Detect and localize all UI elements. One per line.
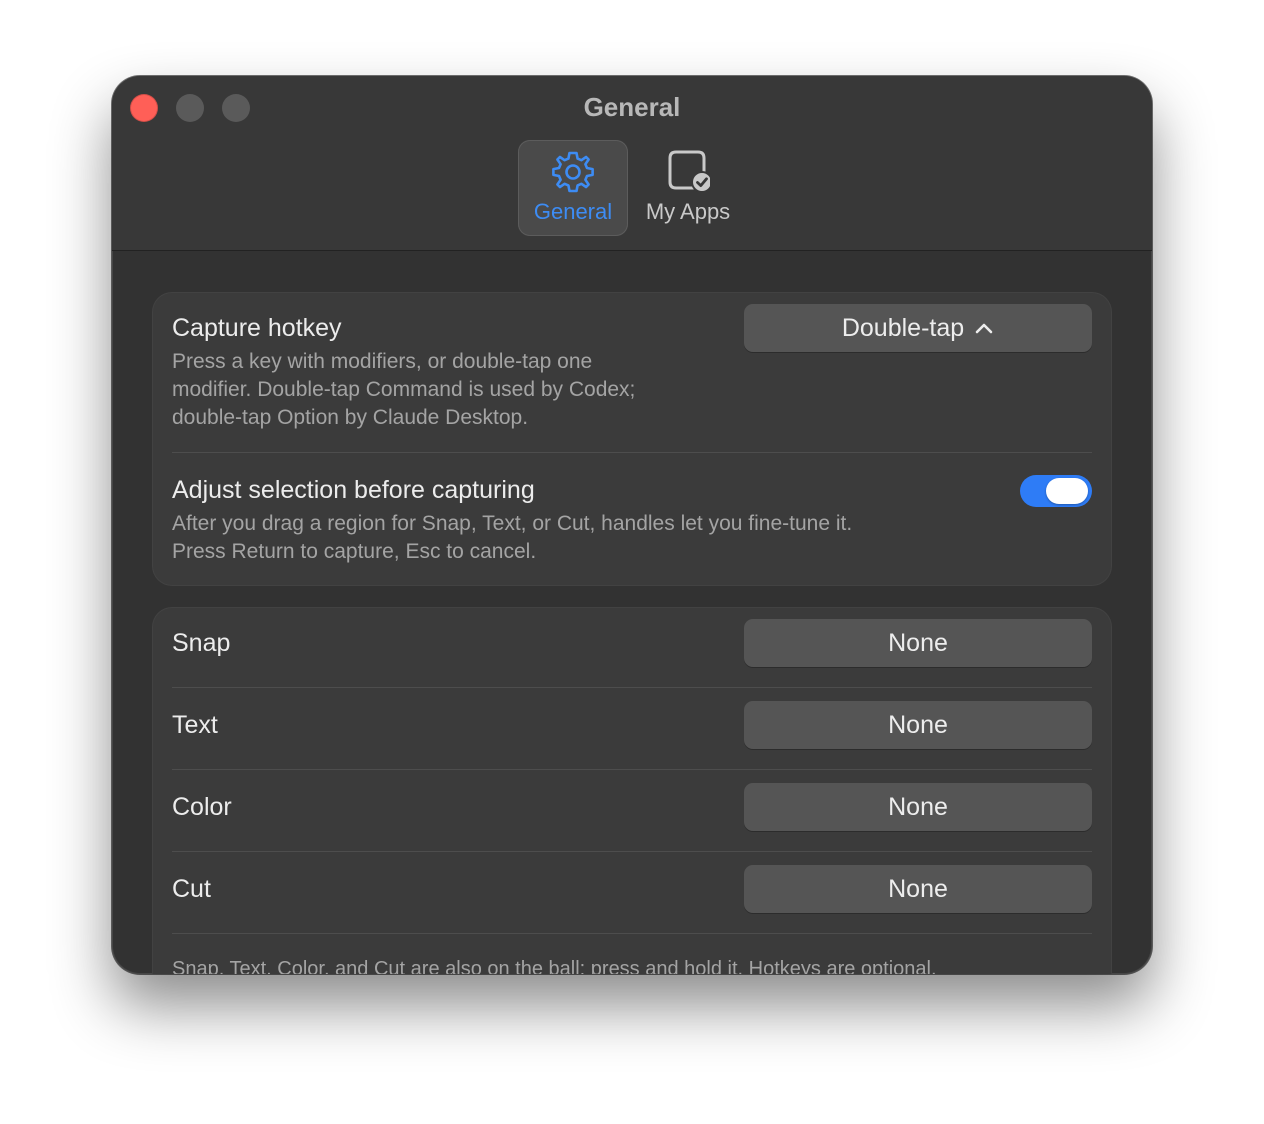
capture-hotkey-description-line: modifier. Double-tap Command is used by … (172, 378, 636, 401)
capture-hotkey-button[interactable]: Double-tap (744, 304, 1092, 352)
toggle-knob (1046, 478, 1088, 504)
shortcuts-footnote: Snap, Text, Color, and Cut are also on t… (172, 958, 937, 974)
gear-icon (552, 151, 594, 193)
capture-hotkey-value: Double-tap (841, 314, 965, 342)
window-title: General (583, 92, 681, 122)
cut-label: Cut (172, 875, 211, 903)
capture-hotkey-description-line: Press a key with modifiers, or double-ta… (172, 350, 593, 373)
row-divider (172, 452, 1092, 453)
row-divider (172, 933, 1092, 934)
row-divider (172, 851, 1092, 852)
adjust-selection-title: Adjust selection before capturing (172, 476, 535, 504)
capture-settings-card: Capture hotkey Press a key with modifier… (152, 292, 1112, 586)
title-bar: General General My Apps (112, 76, 1152, 251)
settings-window: General General My Apps Capture hotkey P… (112, 76, 1152, 974)
capture-hotkey-description-line: double-tap Option by Claude Desktop. (172, 406, 529, 429)
row-divider (172, 769, 1092, 770)
capture-hotkey-title: Capture hotkey (172, 314, 342, 342)
row-divider (172, 687, 1092, 688)
cut-hotkey-button[interactable]: None (744, 865, 1092, 913)
snap-label: Snap (172, 629, 231, 657)
settings-content: Capture hotkey Press a key with modifier… (112, 251, 1152, 974)
color-label: Color (172, 793, 232, 821)
tab-my-apps-label: My Apps (645, 199, 731, 224)
text-hotkey-button[interactable]: None (744, 701, 1092, 749)
tab-general-label: General (533, 199, 613, 224)
adjust-selection-description-line: Press Return to capture, Esc to cancel. (172, 540, 537, 563)
tab-general[interactable]: General (518, 140, 628, 236)
snap-hotkey-button[interactable]: None (744, 619, 1092, 667)
text-label: Text (172, 711, 218, 739)
color-hotkey-button[interactable]: None (744, 783, 1092, 831)
app-checkmark-icon (668, 150, 710, 193)
tab-my-apps[interactable]: My Apps (632, 140, 744, 236)
adjust-selection-description-line: After you drag a region for Snap, Text, … (172, 512, 853, 535)
shortcut-settings-card: Snap None Text None Color None Cut None … (152, 607, 1112, 974)
chevron-up-icon (975, 323, 993, 334)
adjust-selection-toggle[interactable] (1020, 475, 1092, 507)
